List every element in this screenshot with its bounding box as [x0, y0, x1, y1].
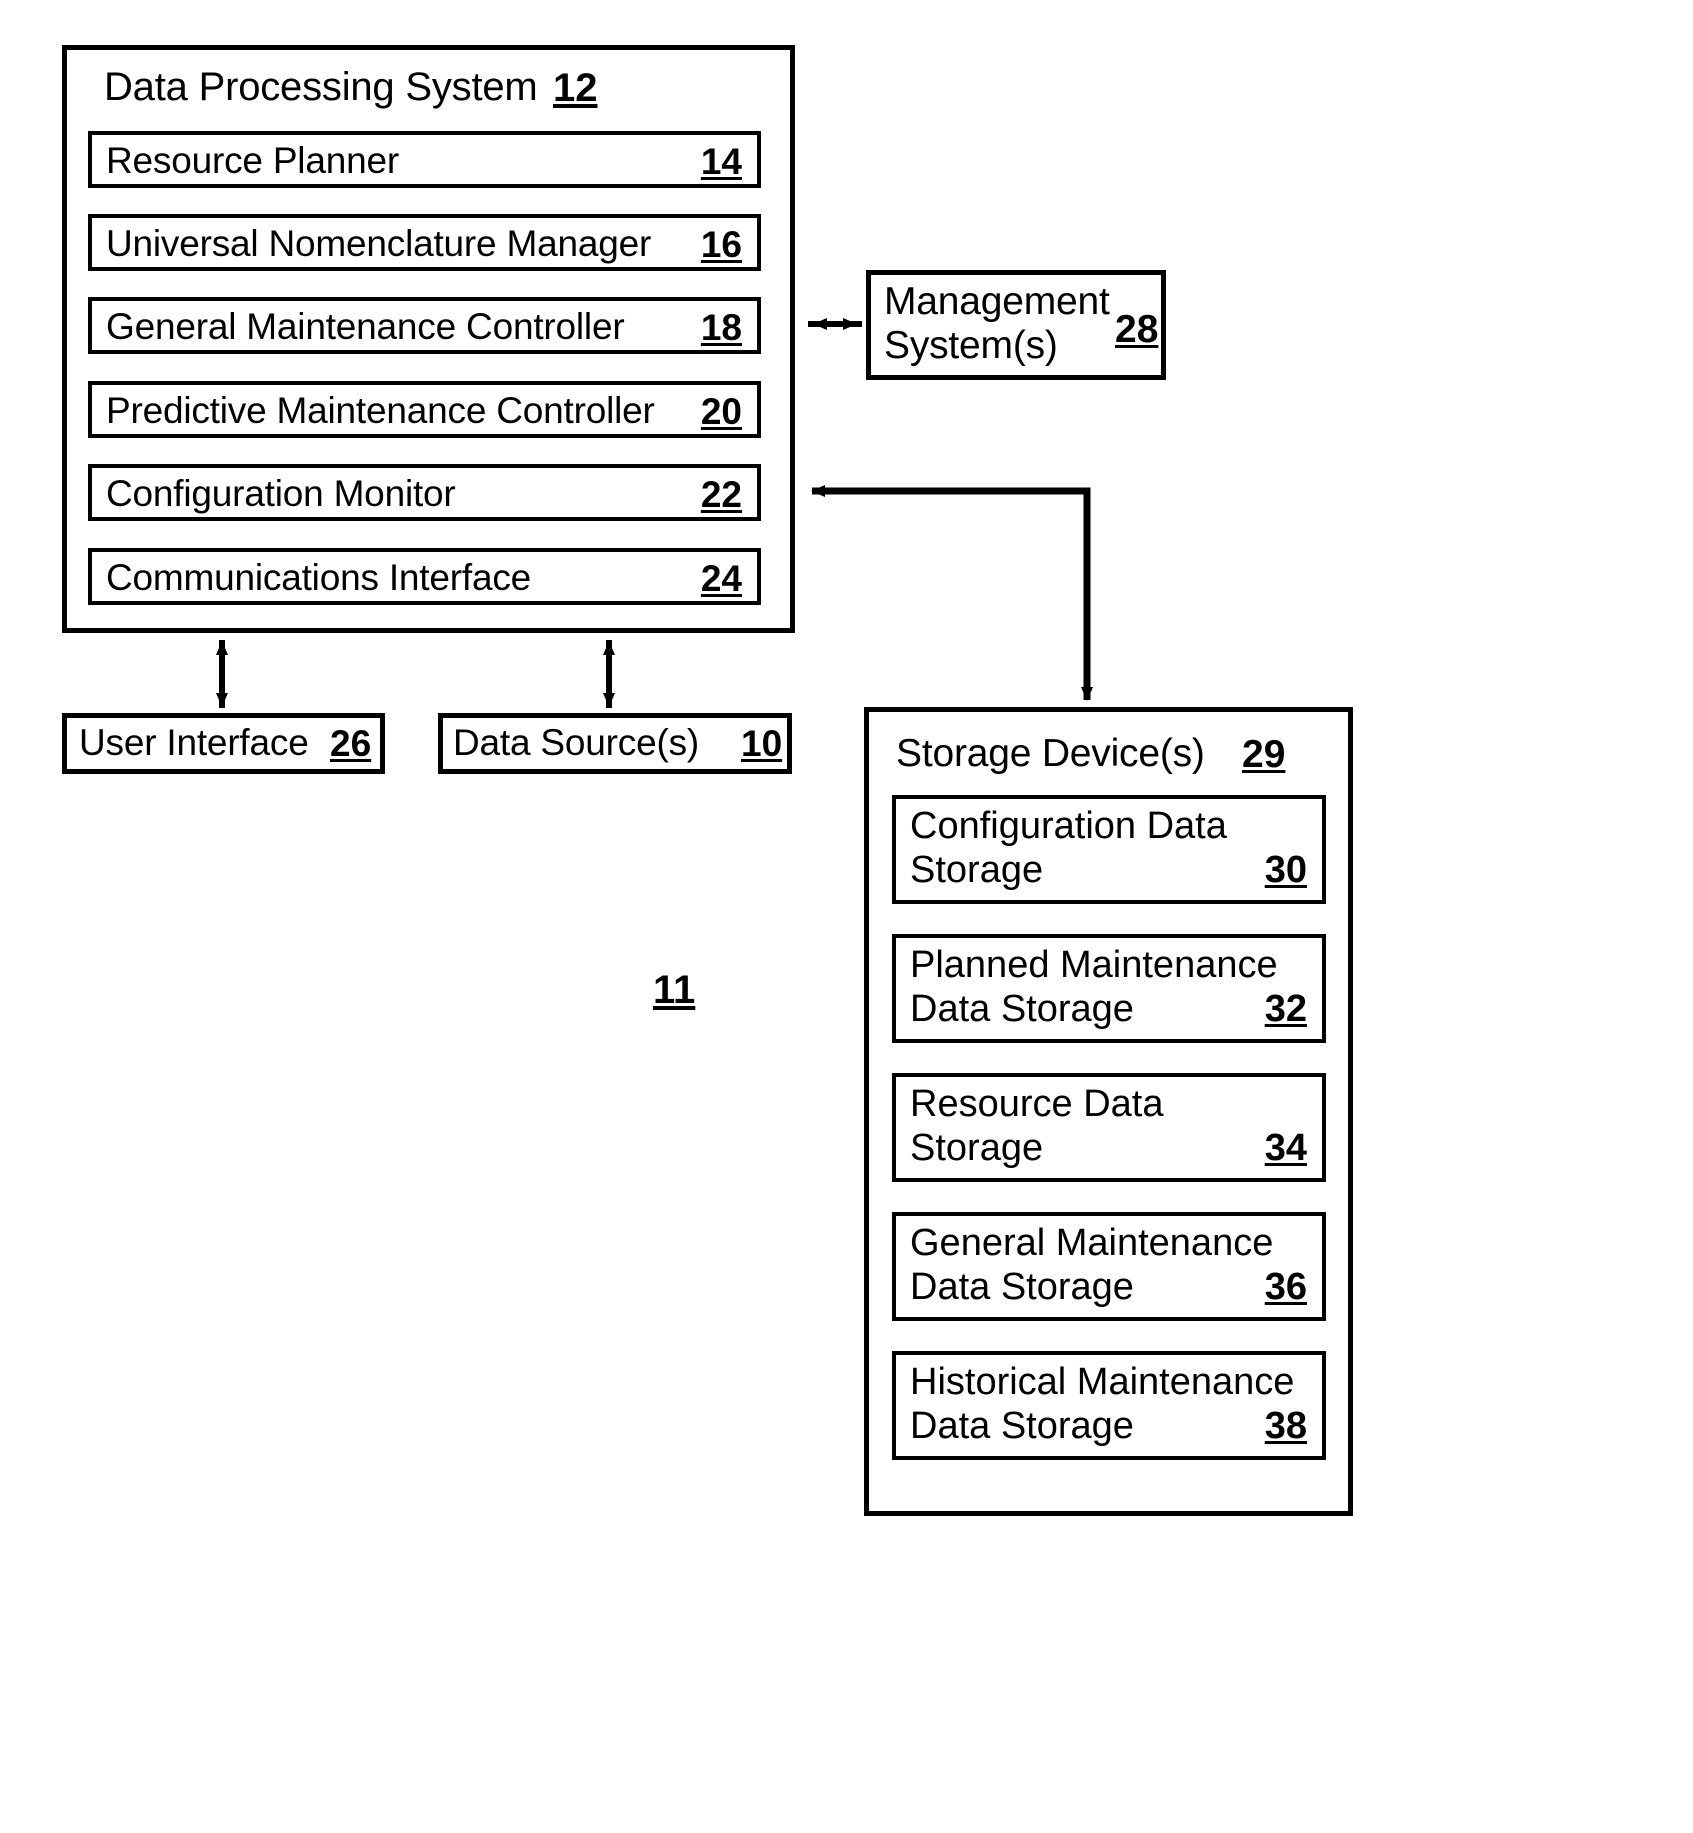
module-universal-nomenclature-manager: Universal Nomenclature Manager 16 [88, 214, 761, 271]
storage-item-general-maintenance-data-storage-ref: 36 [1264, 1266, 1307, 1308]
module-general-maintenance-controller-ref: 18 [700, 307, 742, 348]
data-source-label: Data Source(s) [453, 722, 700, 763]
storage-device-ref: 29 [1242, 733, 1286, 776]
storage-item-planned-maintenance-data-storage: Planned Maintenance Data Storage 32 [892, 934, 1326, 1043]
data-source-ref: 10 [741, 723, 783, 764]
module-general-maintenance-controller-label: General Maintenance Controller [106, 306, 625, 347]
storage-item-general-maintenance-data-storage: General Maintenance Data Storage 36 [892, 1212, 1326, 1321]
module-general-maintenance-controller: General Maintenance Controller 18 [88, 297, 761, 354]
module-communications-interface: Communications Interface 24 [88, 548, 761, 605]
storage-item-historical-maintenance-data-storage-line1: Historical Maintenance [910, 1361, 1295, 1403]
module-communications-interface-ref: 24 [700, 558, 742, 599]
storage-item-planned-maintenance-data-storage-line2: Data Storage [910, 988, 1134, 1030]
module-universal-nomenclature-manager-ref: 16 [700, 224, 742, 265]
management-system-label-line1: Management [884, 280, 1110, 323]
storage-device-title: Storage Device(s) [896, 732, 1205, 775]
storage-item-resource-data-storage-line1: Resource Data [910, 1083, 1164, 1125]
module-resource-planner-label: Resource Planner [106, 140, 399, 181]
management-system-label-line2: System(s) [884, 324, 1058, 367]
module-configuration-monitor-label: Configuration Monitor [106, 473, 456, 514]
storage-item-historical-maintenance-data-storage: Historical Maintenance Data Storage 38 [892, 1351, 1326, 1460]
storage-item-resource-data-storage-ref: 34 [1264, 1127, 1307, 1169]
storage-item-resource-data-storage: Resource Data Storage 34 [892, 1073, 1326, 1182]
module-resource-planner: Resource Planner 14 [88, 131, 761, 188]
management-system-ref: 28 [1115, 308, 1159, 351]
figure-reference-number: 11 [653, 968, 696, 1012]
storage-item-planned-maintenance-data-storage-line1: Planned Maintenance [910, 944, 1278, 986]
module-predictive-maintenance-controller: Predictive Maintenance Controller 20 [88, 381, 761, 438]
patent-figure: Data Processing System 12 Resource Plann… [0, 0, 1693, 1833]
storage-item-historical-maintenance-data-storage-ref: 38 [1264, 1405, 1307, 1447]
user-interface-ref: 26 [330, 723, 372, 764]
module-predictive-maintenance-controller-ref: 20 [700, 391, 742, 432]
storage-item-configuration-data-storage-line1: Configuration Data [910, 805, 1227, 847]
user-interface-label: User Interface [79, 722, 309, 763]
data-processing-system-ref: 12 [553, 66, 598, 110]
storage-item-general-maintenance-data-storage-line2: Data Storage [910, 1266, 1134, 1308]
module-configuration-monitor: Configuration Monitor 22 [88, 464, 761, 521]
storage-item-configuration-data-storage-line2: Storage [910, 849, 1044, 891]
module-communications-interface-label: Communications Interface [106, 557, 531, 598]
storage-item-general-maintenance-data-storage-line1: General Maintenance [910, 1222, 1274, 1264]
storage-item-configuration-data-storage: Configuration Data Storage 30 [892, 795, 1326, 904]
module-universal-nomenclature-manager-label: Universal Nomenclature Manager [106, 223, 652, 264]
data-processing-system-title: Data Processing System [104, 65, 538, 109]
module-resource-planner-ref: 14 [700, 141, 742, 182]
module-predictive-maintenance-controller-label: Predictive Maintenance Controller [106, 390, 655, 431]
storage-item-planned-maintenance-data-storage-ref: 32 [1264, 988, 1307, 1030]
module-configuration-monitor-ref: 22 [700, 474, 742, 515]
storage-item-resource-data-storage-line2: Storage [910, 1127, 1044, 1169]
storage-item-configuration-data-storage-ref: 30 [1264, 849, 1307, 891]
arrow-storage-to-configuration-monitor [811, 485, 1091, 700]
storage-item-historical-maintenance-data-storage-line2: Data Storage [910, 1405, 1134, 1447]
